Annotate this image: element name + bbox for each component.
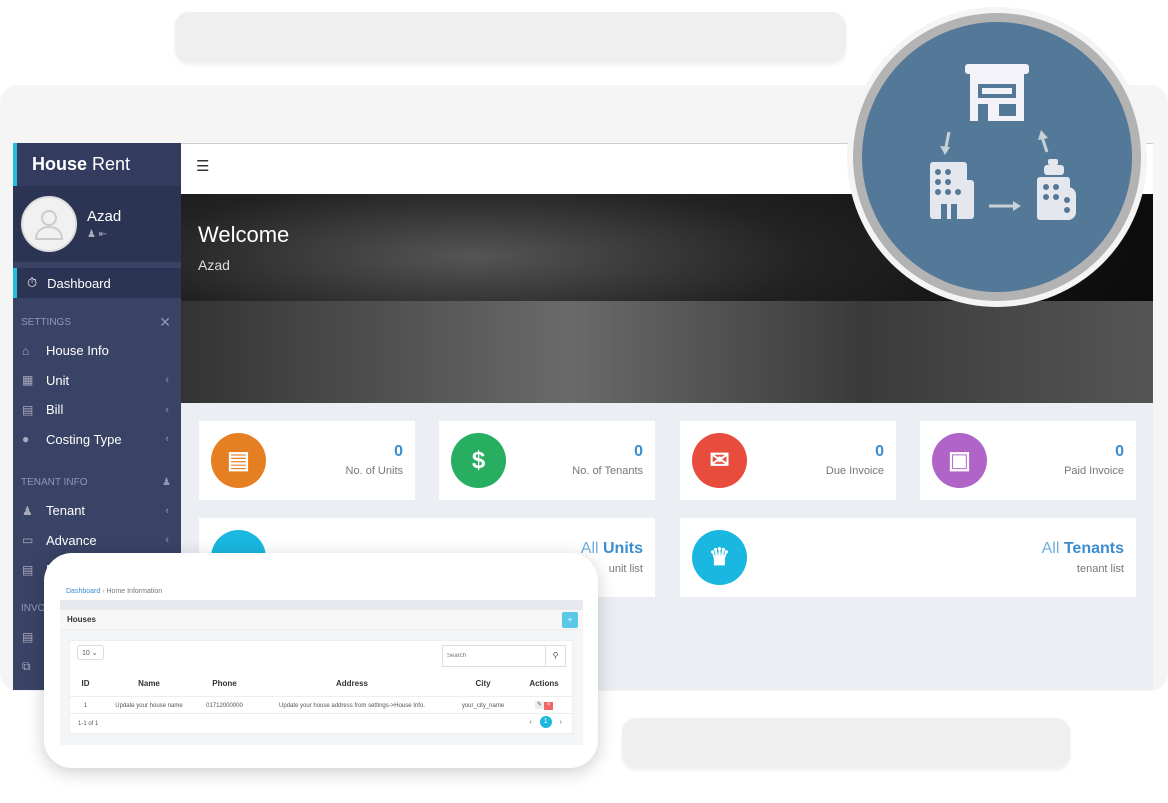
file-icon: ▤ bbox=[211, 433, 266, 488]
stat-card-units[interactable]: ▤ 0 No. of Units bbox=[199, 421, 415, 500]
col-actions: Actions bbox=[529, 679, 559, 688]
copy-icon: ⧉ bbox=[22, 659, 31, 674]
building-exchange-icon bbox=[930, 64, 1076, 220]
all-tenants-card[interactable]: ♛ All Tenants tenant list bbox=[680, 518, 1136, 597]
user-name: Azad bbox=[87, 208, 122, 225]
next-page-button[interactable]: › bbox=[560, 719, 562, 726]
welcome-user: Azad bbox=[198, 257, 230, 273]
tools-icon: ✕ bbox=[159, 313, 171, 330]
stat-card-due-invoice[interactable]: ✉ 0 Due Invoice bbox=[680, 421, 896, 500]
money-bag-icon: ● bbox=[22, 432, 30, 447]
decorative-bar bbox=[175, 12, 846, 62]
sidebar-item-costing-type[interactable]: ● Costing Type ‹ bbox=[13, 425, 181, 455]
sidebar-item-house-info[interactable]: ⌂ House Info bbox=[13, 336, 181, 366]
breadcrumb-dashboard[interactable]: Dashboard bbox=[66, 588, 100, 595]
stat-card-tenants[interactable]: $ 0 No. of Tenants bbox=[439, 421, 655, 500]
col-id[interactable]: ID bbox=[70, 679, 101, 688]
credit-card-icon: ▭ bbox=[22, 533, 34, 548]
image-icon: ▣ bbox=[932, 433, 987, 488]
dollar-icon: $ bbox=[451, 433, 506, 488]
user-icon: ♟ bbox=[22, 503, 33, 518]
home-icon: ⌂ bbox=[22, 343, 30, 358]
col-phone[interactable]: Phone bbox=[197, 679, 252, 688]
avatar bbox=[21, 196, 77, 252]
envelope-icon: ✉ bbox=[692, 433, 747, 488]
chevron-left-icon: ‹ bbox=[165, 403, 169, 416]
page-size-select[interactable]: 10 ⌄ bbox=[77, 645, 104, 660]
col-name[interactable]: Name bbox=[101, 679, 197, 688]
bill-icon: ▤ bbox=[22, 402, 34, 417]
sidebar-item-advance[interactable]: ▭ Advance ‹ bbox=[13, 526, 181, 556]
col-city[interactable]: City bbox=[452, 679, 514, 688]
tenant-section: TENANT INFO ♟ bbox=[21, 476, 171, 488]
panel-title: Houses bbox=[67, 615, 96, 624]
file-icon: ▤ bbox=[22, 630, 34, 645]
prev-page-button[interactable]: ‹ bbox=[529, 719, 531, 726]
table-row: 1 Update your house name 01712000000 Update… bbox=[70, 698, 572, 714]
table-info: 1-1 of 1 bbox=[78, 721, 99, 727]
sidebar-item-unit[interactable]: ▦ Unit ‹ bbox=[13, 366, 181, 396]
hamburger-menu-icon[interactable]: ☰ bbox=[196, 157, 209, 175]
houses-table: 10 ⌄ ⚲ ID Name Phone Address City Action… bbox=[69, 640, 573, 734]
feature-badge bbox=[847, 7, 1147, 307]
search-box: ⚲ bbox=[442, 645, 566, 667]
sidebar-item-tenant[interactable]: ♟ Tenant ‹ bbox=[13, 496, 181, 526]
mobile-preview: Dashboard › Home Information Houses + 10… bbox=[44, 553, 598, 768]
crown-icon: ♛ bbox=[692, 530, 747, 585]
sidebar-item-dashboard[interactable]: ⏱ Dashboard bbox=[13, 268, 181, 298]
chevron-left-icon: ‹ bbox=[165, 504, 169, 517]
chevron-left-icon: ‹ bbox=[165, 374, 169, 387]
welcome-title: Welcome bbox=[198, 222, 290, 247]
edit-icon[interactable]: ✎ bbox=[535, 701, 544, 709]
document-icon: ▤ bbox=[22, 562, 34, 577]
search-input[interactable] bbox=[443, 646, 545, 666]
chevron-left-icon: ‹ bbox=[165, 534, 169, 547]
user-icon[interactable]: ♟ bbox=[87, 229, 96, 240]
search-icon[interactable]: ⚲ bbox=[545, 646, 565, 666]
breadcrumb: Dashboard › Home Information bbox=[60, 584, 583, 600]
decorative-bar bbox=[622, 718, 1070, 768]
logo[interactable]: House Rent bbox=[13, 143, 181, 186]
stopwatch-icon: ⏱ bbox=[27, 275, 38, 290]
table-header: ID Name Phone Address City Actions bbox=[70, 671, 572, 697]
sign-out-icon[interactable]: ⇤ bbox=[99, 229, 107, 240]
building-icon: ▦ bbox=[22, 373, 34, 388]
user-icon: ♟ bbox=[162, 476, 171, 488]
settings-section: SETTINGS ✕ bbox=[21, 313, 171, 330]
add-house-button[interactable]: + bbox=[562, 611, 578, 628]
pagination: ‹ 1 › bbox=[529, 716, 562, 728]
col-address[interactable]: Address bbox=[252, 679, 452, 688]
sidebar-item-bill[interactable]: ▤ Bill ‹ bbox=[13, 395, 181, 425]
user-panel: Azad ♟ ⇤ bbox=[13, 186, 181, 262]
delete-icon[interactable]: × bbox=[544, 702, 553, 710]
page-1-button[interactable]: 1 bbox=[539, 716, 552, 728]
chevron-left-icon: ‹ bbox=[165, 433, 169, 446]
stat-card-paid-invoice[interactable]: ▣ 0 Paid Invoice bbox=[920, 421, 1136, 500]
